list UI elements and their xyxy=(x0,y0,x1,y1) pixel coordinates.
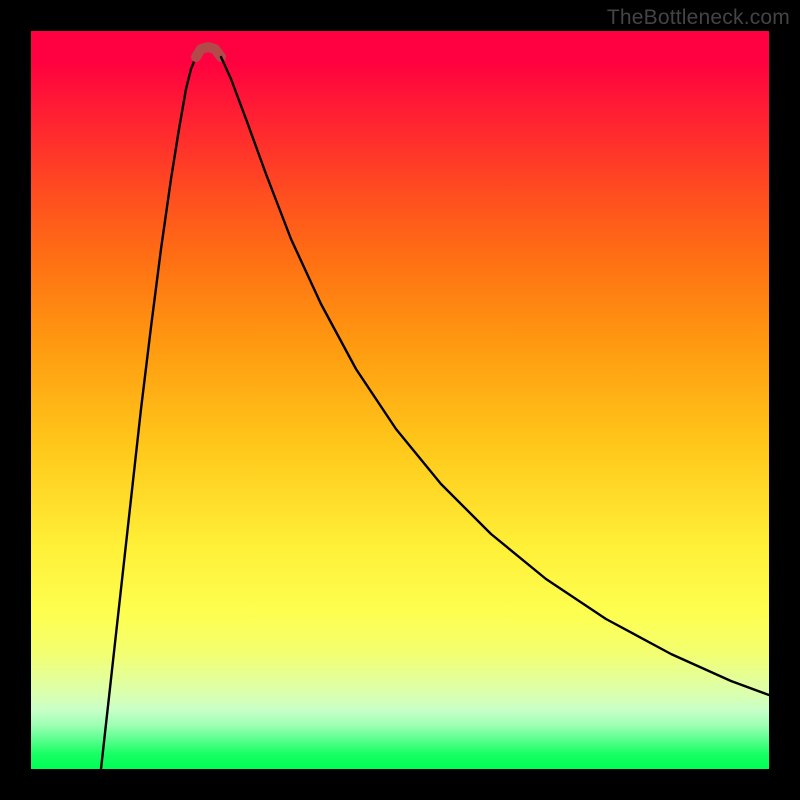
series-right-branch xyxy=(221,57,769,695)
curve-layer xyxy=(31,31,769,769)
watermark-text: TheBottleneck.com xyxy=(607,6,790,30)
series-notch xyxy=(196,47,221,57)
plot-area xyxy=(31,31,769,769)
series-left-branch xyxy=(101,57,196,769)
chart-frame: TheBottleneck.com xyxy=(0,0,800,800)
